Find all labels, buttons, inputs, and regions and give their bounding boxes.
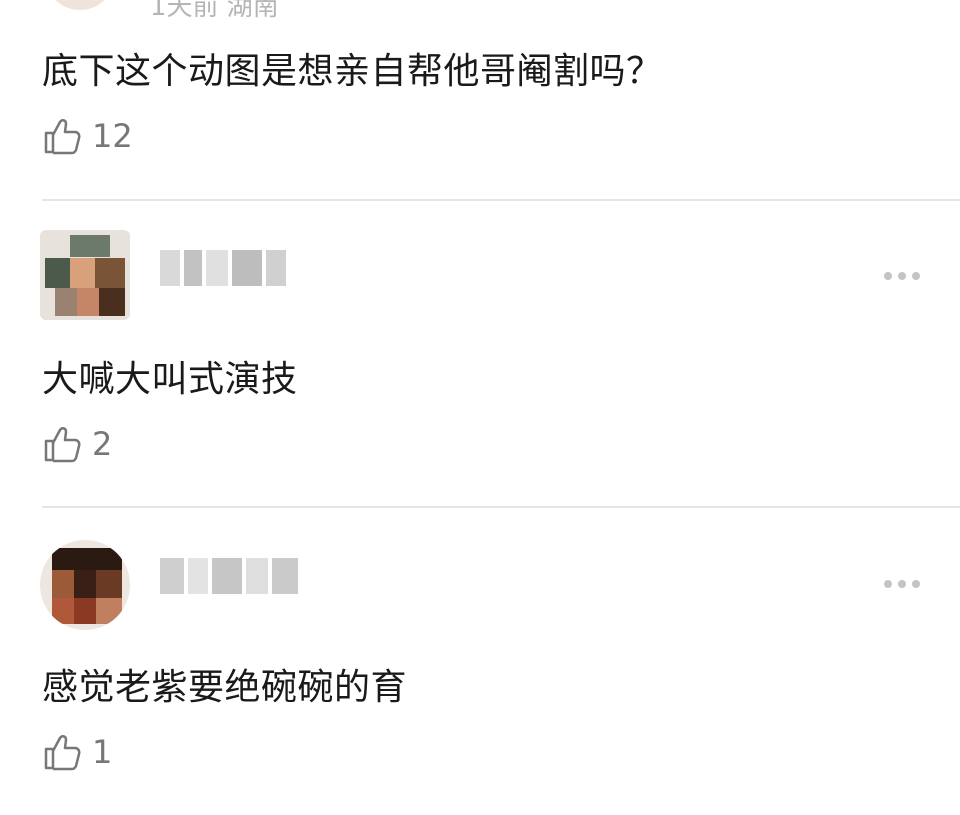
comment-text: 感觉老紫要绝碗碗的育 bbox=[42, 667, 408, 708]
more-button[interactable] bbox=[884, 580, 920, 588]
comment-text: 底下这个动图是想亲自帮他哥阉割吗？ bbox=[42, 51, 663, 92]
avatar[interactable] bbox=[40, 540, 130, 630]
divider bbox=[42, 506, 960, 508]
like-button[interactable]: 1 bbox=[42, 732, 112, 772]
comment-meta: 1天前 湖南 bbox=[150, 0, 279, 22]
divider bbox=[42, 199, 960, 201]
more-icon bbox=[884, 272, 892, 280]
thumbs-up-icon bbox=[44, 735, 81, 771]
like-count: 12 bbox=[92, 117, 133, 155]
more-icon bbox=[884, 580, 892, 588]
thumbs-up-icon bbox=[44, 427, 81, 463]
avatar[interactable] bbox=[48, 0, 112, 10]
like-count: 1 bbox=[92, 733, 113, 771]
avatar[interactable] bbox=[40, 230, 130, 320]
comment-text: 大喊大叫式演技 bbox=[42, 359, 298, 400]
like-button[interactable]: 12 bbox=[42, 116, 133, 156]
thumbs-up-icon bbox=[44, 119, 81, 155]
like-button[interactable]: 2 bbox=[42, 424, 112, 464]
like-count: 2 bbox=[92, 425, 113, 463]
username[interactable] bbox=[160, 558, 298, 594]
more-button[interactable] bbox=[884, 272, 920, 280]
username[interactable] bbox=[160, 250, 286, 286]
